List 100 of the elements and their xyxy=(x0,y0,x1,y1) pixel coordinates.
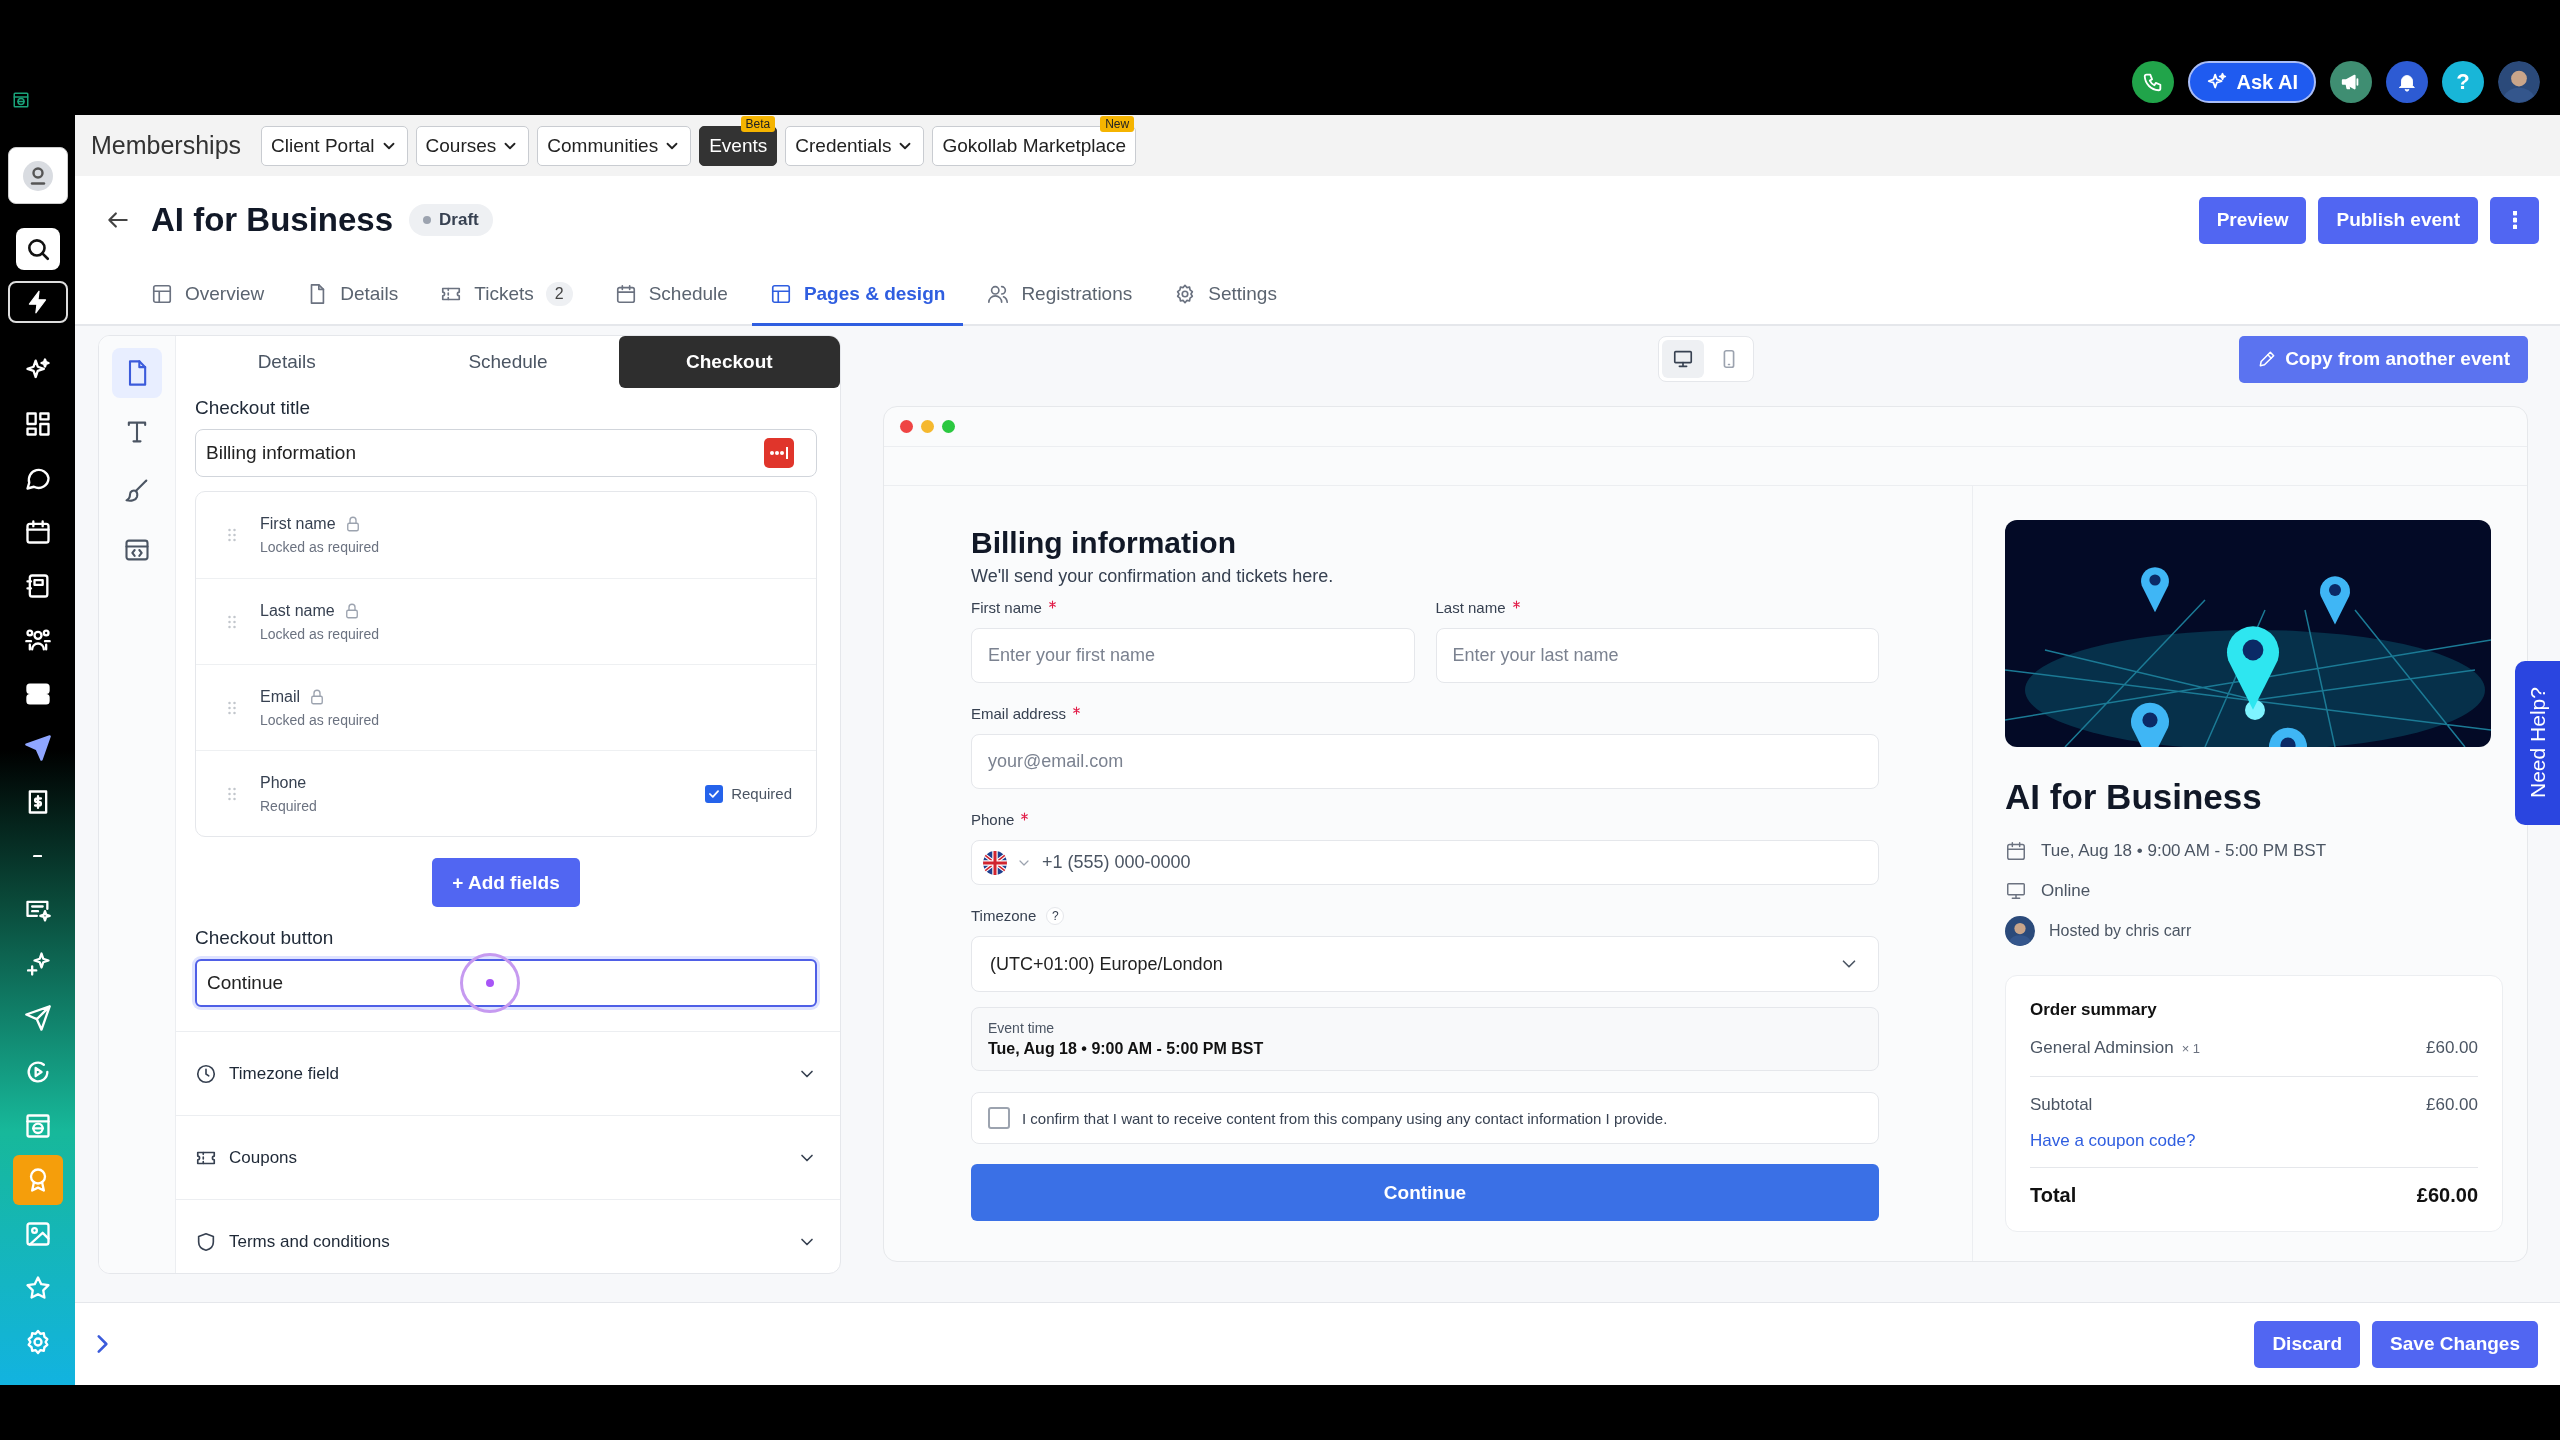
nav-pill[interactable]: Client Portal xyxy=(261,125,408,166)
line-item-name: General Adminsion xyxy=(2030,1038,2174,1058)
notifications-button[interactable] xyxy=(2386,61,2428,103)
avatar[interactable] xyxy=(2498,61,2540,103)
field-name: First name xyxy=(260,515,336,533)
card-title: Order summary xyxy=(2030,1000,2158,1020)
field-label: Email address xyxy=(971,705,1067,722)
window-control-dot xyxy=(921,420,934,433)
lock-icon xyxy=(308,687,326,706)
input-field[interactable]: your@email.com xyxy=(971,734,1879,789)
field-note: Locked as required xyxy=(260,711,381,728)
subtotal-label: Subtotal xyxy=(2030,1095,2093,1115)
event-location: Online xyxy=(2041,881,2091,901)
total-label: Total xyxy=(2030,1184,2077,1207)
tab[interactable]: Tickets 2 xyxy=(422,264,591,326)
web-icon xyxy=(23,1112,52,1140)
quick-actions-button[interactable] xyxy=(7,281,68,323)
megaphone-button[interactable] xyxy=(2330,61,2372,103)
field-note: Locked as required xyxy=(260,539,381,555)
event-date: Tue, Aug 18 • 9:00 AM - 5:00 PM BST xyxy=(2041,841,2327,861)
publish-button[interactable]: Publish event xyxy=(2318,196,2478,244)
checkbox[interactable] xyxy=(705,784,724,803)
checkbox[interactable] xyxy=(988,1107,1010,1129)
tab[interactable]: Schedule xyxy=(596,264,746,326)
logo-icon xyxy=(12,91,30,109)
add-fields-button[interactable]: + Add fields xyxy=(432,858,580,907)
send-icon xyxy=(23,734,52,762)
checkout-title-field[interactable]: Billing information xyxy=(195,429,817,477)
layout-icon xyxy=(151,282,173,305)
input-field[interactable]: Enter your last name xyxy=(1435,628,1879,683)
timezone-select[interactable]: (UTC+01:00) Europe/London xyxy=(971,936,1879,992)
field-label: Timezone xyxy=(971,907,1037,924)
send-icon xyxy=(23,1004,52,1032)
monitor-icon xyxy=(2005,880,2027,902)
coupon-link[interactable]: Have a coupon code? xyxy=(2030,1131,2478,1168)
accordion-header[interactable]: Terms and conditions xyxy=(176,1199,840,1273)
input-field[interactable]: Enter your first name xyxy=(971,628,1415,683)
flag-icon[interactable] xyxy=(982,849,1008,876)
shield-icon xyxy=(195,1230,217,1253)
form-heading: Billing information xyxy=(971,526,1237,560)
status-tag: Draft xyxy=(409,204,493,236)
field-name: Email xyxy=(260,687,300,706)
accordion-header[interactable]: Timezone field xyxy=(176,1031,840,1115)
host-avatar xyxy=(2005,916,2035,946)
field-note: Required xyxy=(260,797,318,814)
autofill-icon[interactable] xyxy=(764,438,794,468)
event-time-label: Event time xyxy=(988,1020,1056,1036)
desktop-view-button[interactable] xyxy=(1661,340,1704,378)
sub-tab[interactable]: Schedule xyxy=(397,336,619,388)
field-name: Phone xyxy=(260,773,307,792)
field-label: Checkout title xyxy=(195,397,312,419)
checkout-button-field[interactable]: Continue xyxy=(195,959,817,1007)
field-label: Last name xyxy=(1435,599,1506,616)
field-label: Phone xyxy=(971,811,1015,828)
tab[interactable]: Registrations xyxy=(969,264,1151,326)
subtotal-amount: £60.00 xyxy=(2426,1095,2478,1115)
star-icon xyxy=(23,1274,52,1302)
discard-button[interactable]: Discard xyxy=(2254,1320,2361,1368)
phone-input[interactable]: +1 (555) 000-0000 xyxy=(1040,851,1868,874)
page-tool-button[interactable] xyxy=(112,348,162,398)
minus-icon xyxy=(32,854,43,858)
calendar-icon xyxy=(614,282,637,305)
continue-button[interactable]: Continue xyxy=(971,1164,1879,1221)
form-subheading: We'll send your confirmation and tickets here. xyxy=(971,566,1335,587)
calendar-icon xyxy=(2005,840,2027,862)
field-label: First name xyxy=(971,599,1042,616)
click-indicator xyxy=(460,953,520,1013)
account-switcher[interactable] xyxy=(7,147,68,204)
tab[interactable]: Settings xyxy=(1156,264,1295,326)
total-amount: £60.00 xyxy=(2416,1184,2478,1207)
help-hint[interactable]: ? xyxy=(1046,907,1065,925)
image-icon xyxy=(23,1220,52,1248)
tab[interactable]: Overview xyxy=(133,264,283,326)
help-tab[interactable]: Need Help? xyxy=(2515,661,2560,825)
sub-tab[interactable]: Details xyxy=(176,336,398,388)
sub-tab[interactable]: Checkout xyxy=(618,336,840,388)
phone-button[interactable] xyxy=(2132,61,2175,103)
monitor-icon xyxy=(1671,348,1694,370)
copy-button[interactable]: Copy from another event xyxy=(2239,335,2528,383)
save-button[interactable]: Save Changes xyxy=(2372,1320,2538,1368)
phone-field[interactable]: +1 (555) 000-0000 xyxy=(971,840,1879,885)
grid-icon xyxy=(23,410,52,438)
nav-tag: Beta xyxy=(740,115,776,132)
notebook-icon xyxy=(23,572,52,600)
nav-pill[interactable]: Communities xyxy=(537,125,692,166)
calendar-icon xyxy=(23,518,52,546)
tab[interactable]: Details xyxy=(288,264,417,326)
event-title: AI for Business xyxy=(2005,777,2263,817)
field-name: Last name xyxy=(260,601,335,620)
nav-pill[interactable]: Credentials xyxy=(785,125,925,166)
event-title: AI for Business xyxy=(151,201,394,239)
ask-ai-button[interactable]: Ask AI xyxy=(2188,61,2316,103)
search-button[interactable] xyxy=(15,228,60,270)
nav-pill[interactable]: Courses xyxy=(415,125,530,166)
accordion-header[interactable]: Coupons xyxy=(176,1115,840,1199)
preview-button[interactable]: Preview xyxy=(2198,196,2307,244)
more-button[interactable] xyxy=(2490,196,2539,244)
consent-text: I confirm that I want to receive content from this company using any contact information I provide. xyxy=(1022,1109,1668,1127)
window-control-dot xyxy=(900,420,913,433)
count-badge: 2 xyxy=(545,281,573,306)
